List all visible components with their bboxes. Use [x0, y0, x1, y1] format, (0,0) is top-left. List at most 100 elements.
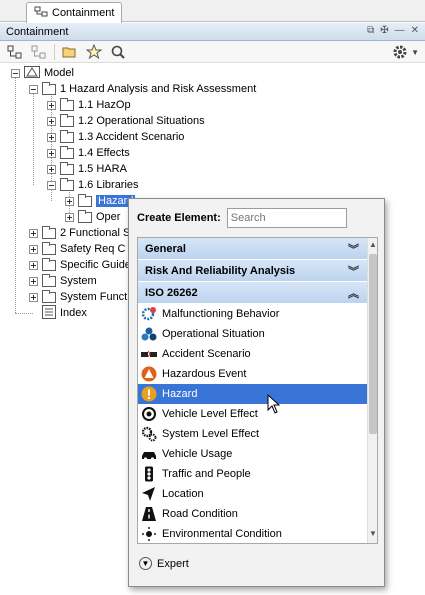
category-iso-26262[interactable]: ISO 26262 ︽	[138, 282, 369, 304]
environment-icon	[141, 526, 157, 542]
list-item-label: Hazardous Event	[162, 368, 247, 380]
expand-icon[interactable]	[65, 212, 74, 222]
chevron-down-icon[interactable]: ▼	[139, 557, 152, 570]
list-item-label: Environmental Condition	[162, 528, 282, 540]
tree-node[interactable]: Safety Req C	[29, 241, 125, 257]
list-item[interactable]: Hazardous Event	[138, 364, 369, 384]
tree-node[interactable]: Oper	[65, 209, 120, 225]
expert-label: Expert	[157, 557, 189, 570]
list-item[interactable]: Road Condition	[138, 504, 369, 524]
tree-node-selected[interactable]: Hazard	[65, 193, 136, 209]
list-item-label: Location	[162, 488, 204, 500]
expand-icon[interactable]	[47, 164, 56, 174]
tree-node[interactable]: 1.4 Effects	[47, 145, 130, 161]
road-icon	[141, 506, 157, 522]
chevron-double-down-icon[interactable]: ︾	[348, 263, 359, 279]
list-scrollbar[interactable]: ▲ ▼	[367, 238, 377, 543]
package-icon	[42, 257, 56, 271]
list-item[interactable]: Operational Situation	[138, 324, 369, 344]
list-item[interactable]: Malfunctioning Behavior	[138, 304, 369, 324]
tree-node-model[interactable]: Model	[11, 65, 74, 81]
tree-node-label: Model	[44, 67, 74, 79]
list-item-label: Traffic and People	[162, 468, 251, 480]
expand-icon[interactable]	[47, 100, 56, 110]
vehicle-effect-icon	[141, 406, 157, 422]
list-item[interactable]: Location	[138, 484, 369, 504]
tree-node[interactable]: 1.6 Libraries	[47, 177, 139, 193]
expand-icon[interactable]	[29, 228, 38, 238]
vehicle-usage-icon	[141, 446, 157, 462]
list-item-label: Operational Situation	[162, 328, 265, 340]
package-icon	[60, 177, 74, 191]
expand-icon[interactable]	[47, 132, 56, 142]
scroll-thumb[interactable]	[369, 254, 377, 434]
collapse-icon[interactable]	[29, 84, 38, 94]
search-icon[interactable]	[109, 43, 127, 61]
collapse-icon[interactable]	[11, 68, 20, 78]
category-risk-reliability[interactable]: Risk And Reliability Analysis ︾	[138, 260, 369, 282]
chevron-double-up-icon[interactable]: ︽	[348, 285, 359, 301]
list-item-selected[interactable]: Hazard	[138, 384, 369, 404]
collapse-icon[interactable]	[47, 180, 56, 190]
tree-node[interactable]: Index	[42, 304, 87, 321]
package-icon	[60, 97, 74, 111]
package-icon	[42, 81, 56, 95]
tree-node-label: 1.2 Operational Situations	[78, 115, 205, 127]
expand-icon[interactable]	[29, 244, 38, 254]
close-icon[interactable]: ✕	[411, 25, 419, 36]
expand-icon[interactable]	[47, 116, 56, 126]
float-icon[interactable]: ⧉	[367, 25, 374, 36]
list-item[interactable]: Environmental Condition	[138, 524, 369, 543]
traffic-light-icon	[141, 466, 157, 482]
system-effect-icon	[141, 426, 157, 442]
package-icon	[42, 273, 56, 287]
expand-icon[interactable]	[47, 148, 56, 158]
expand-icon[interactable]	[29, 292, 38, 302]
expert-toggle[interactable]: ▼ Expert	[139, 557, 189, 570]
list-item[interactable]: Vehicle Level Effect	[138, 404, 369, 424]
minimize-icon[interactable]: ―	[395, 25, 405, 36]
tree-node[interactable]: System	[29, 273, 97, 289]
tree-node[interactable]: 2 Functional S	[29, 225, 130, 241]
tree-node[interactable]: Specific Guide	[29, 257, 131, 273]
tree-node[interactable]: System Funct	[29, 289, 127, 305]
expand-tree-icon[interactable]	[6, 43, 24, 61]
containment-tab[interactable]: Containment	[26, 2, 122, 23]
tree-node[interactable]: 1.2 Operational Situations	[47, 113, 205, 129]
tree-connector	[33, 93, 34, 185]
chevron-double-down-icon[interactable]: ︾	[348, 241, 359, 257]
list-item-label: Malfunctioning Behavior	[162, 308, 280, 320]
dropdown-icon[interactable]: ▼	[411, 48, 419, 57]
list-item[interactable]: System Level Effect	[138, 424, 369, 444]
gear-icon[interactable]	[391, 43, 409, 61]
tree-node[interactable]: 1.3 Accident Scenario	[47, 129, 184, 145]
tree-node-label: Specific Guide	[60, 259, 131, 271]
element-list: General ︾ Risk And Reliability Analysis …	[137, 237, 378, 544]
package-icon	[42, 289, 56, 303]
outer-tab-strip: Containment	[0, 0, 425, 23]
open-folder-icon[interactable]	[61, 43, 79, 61]
star-icon[interactable]	[85, 43, 103, 61]
list-item[interactable]: Accident Scenario	[138, 344, 369, 364]
expand-icon[interactable]	[29, 276, 38, 286]
toolbar-separator	[54, 43, 55, 60]
category-label: Risk And Reliability Analysis	[145, 264, 296, 277]
list-item[interactable]: Traffic and People	[138, 464, 369, 484]
tree-node[interactable]: 1.1 HazOp	[47, 97, 131, 113]
scroll-down-icon[interactable]: ▼	[368, 529, 377, 541]
tree-node[interactable]: 1.5 HARA	[47, 161, 127, 177]
model-icon	[24, 65, 40, 81]
search-input[interactable]	[226, 208, 347, 228]
list-item[interactable]: Vehicle Usage	[138, 444, 369, 464]
pin-icon[interactable]: ✠	[380, 25, 388, 36]
expand-icon[interactable]	[29, 260, 38, 270]
hazardous-event-icon	[141, 366, 157, 382]
expand-icon[interactable]	[65, 196, 74, 206]
scroll-up-icon[interactable]: ▲	[368, 240, 377, 252]
package-icon	[42, 225, 56, 239]
collapse-tree-icon[interactable]	[30, 43, 48, 61]
tree-node-label: Safety Req C	[60, 243, 126, 255]
category-general[interactable]: General ︾	[138, 238, 369, 260]
tree-node-label: Oper	[96, 211, 121, 223]
tree-node[interactable]: 1 Hazard Analysis and Risk Assessment	[29, 81, 256, 97]
